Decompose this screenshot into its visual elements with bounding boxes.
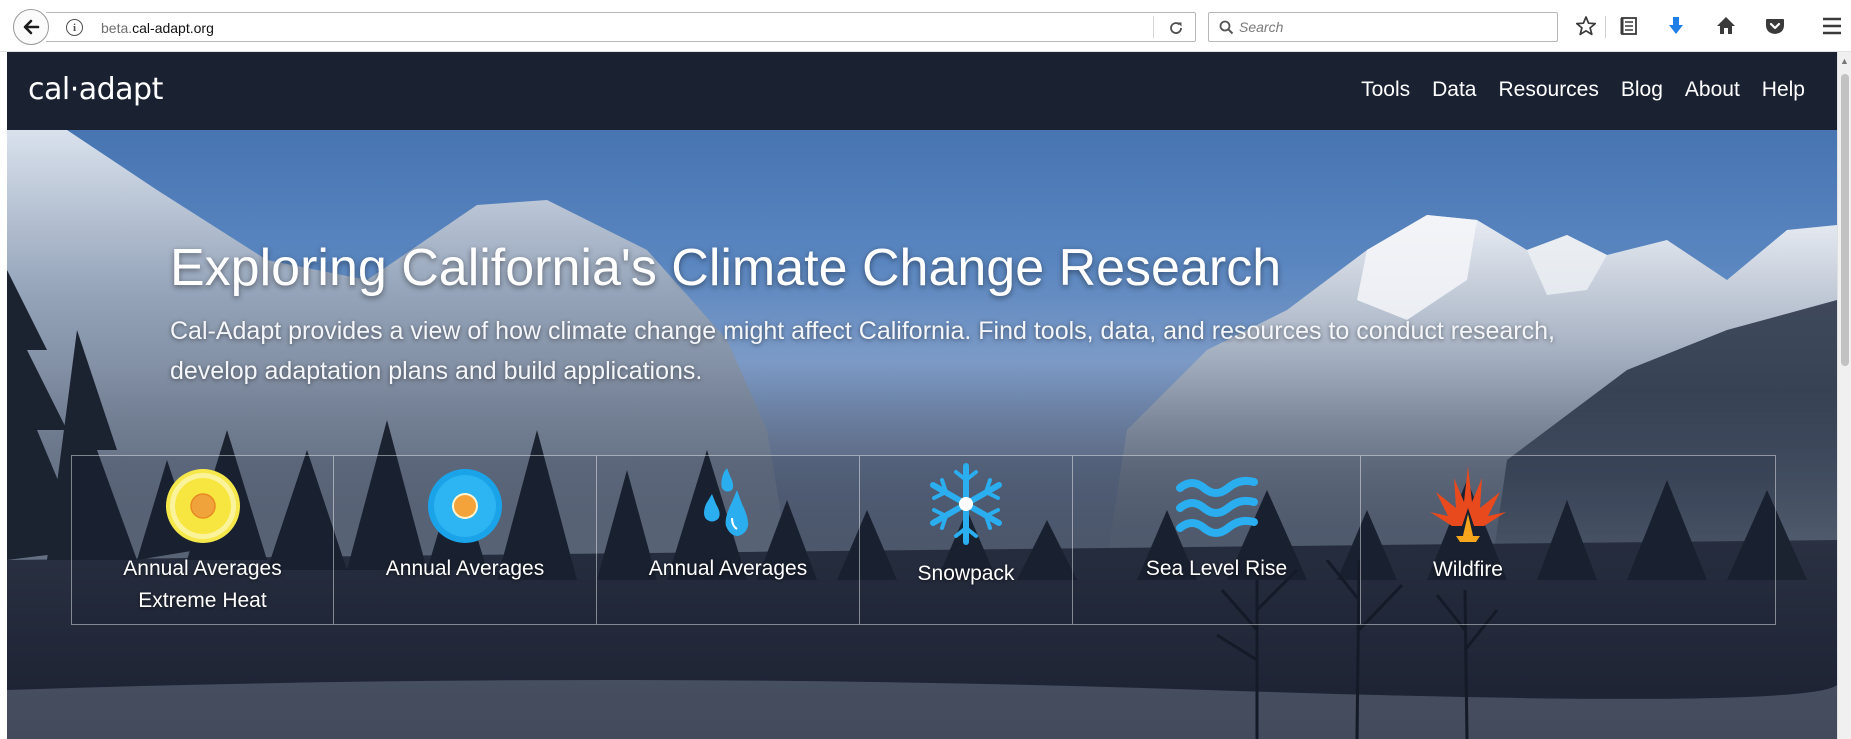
- tile-label-line1: Wildfire: [1432, 558, 1503, 581]
- scrollbar-thumb[interactable]: [1841, 74, 1849, 366]
- nav-link-tools[interactable]: Tools: [1361, 78, 1410, 102]
- browser-toolbar: i beta.cal-adapt.org: [0, 0, 1851, 52]
- back-arrow-icon: [23, 19, 40, 35]
- hero-subtitle: Cal-Adapt provides a view of how climate…: [170, 317, 1555, 385]
- web-page: cal·adapt Tools Data Resources Blog Abou…: [7, 52, 1837, 739]
- bookmark-star-icon[interactable]: [1572, 12, 1600, 40]
- nav-links: Tools Data Resources Blog About Help: [1361, 78, 1805, 102]
- menu-icon[interactable]: [1818, 12, 1846, 40]
- nav-link-help[interactable]: Help: [1762, 78, 1805, 102]
- tile-label-line1: Snowpack: [917, 562, 1015, 585]
- tile-temperature[interactable]: Annual Averages: [334, 456, 597, 624]
- scroll-up-icon[interactable]: ▲: [1840, 56, 1849, 66]
- hero-background-image: [7, 130, 1837, 739]
- hero-title: Exploring California's Climate Change Re…: [170, 239, 1282, 297]
- snowflake-icon: [930, 463, 1002, 545]
- tile-label: Annual Averages: [334, 553, 596, 585]
- url-domain: cal-adapt.org: [132, 20, 214, 36]
- info-icon[interactable]: i: [66, 19, 83, 36]
- nav-link-data[interactable]: Data: [1432, 78, 1476, 102]
- url-text[interactable]: beta.cal-adapt.org: [101, 20, 214, 36]
- nav-link-about[interactable]: About: [1685, 78, 1740, 102]
- home-icon[interactable]: [1712, 12, 1740, 40]
- tile-label-line1: Annual Averages: [385, 557, 545, 580]
- waves-icon: [1175, 476, 1258, 537]
- tile-snowpack[interactable]: Snowpack: [860, 456, 1073, 624]
- tile-label: Annual Averages: [597, 553, 859, 585]
- tile-label-line1: Annual Averages: [123, 557, 282, 580]
- fire-icon: [1430, 466, 1506, 542]
- nav-link-resources[interactable]: Resources: [1498, 78, 1598, 102]
- download-icon[interactable]: [1662, 12, 1690, 40]
- tile-label: Sea Level Rise: [1073, 553, 1360, 585]
- tile-label-line1: Annual Averages: [648, 557, 808, 580]
- reload-icon[interactable]: [1163, 16, 1189, 40]
- reading-list-icon[interactable]: [1615, 12, 1643, 40]
- tool-tiles: Annual Averages Extreme Heat Annual Aver…: [71, 455, 1776, 625]
- tile-label: Wildfire: [1361, 554, 1575, 586]
- tile-wildfire[interactable]: Wildfire: [1361, 456, 1575, 624]
- browser-search-box[interactable]: [1208, 12, 1558, 42]
- tile-label: Annual Averages Extreme Heat: [72, 553, 333, 617]
- tile-label: Snowpack: [860, 558, 1072, 590]
- page-scrollbar[interactable]: ▲: [1837, 52, 1851, 739]
- site-navbar: cal·adapt Tools Data Resources Blog Abou…: [7, 52, 1837, 130]
- tile-extreme-heat[interactable]: Annual Averages Extreme Heat: [72, 456, 334, 624]
- tile-label-line2: Extreme Heat: [138, 589, 267, 612]
- toolbar-separator: [1605, 16, 1606, 38]
- hero-section: Exploring California's Climate Change Re…: [7, 130, 1837, 739]
- nav-link-blog[interactable]: Blog: [1621, 78, 1663, 102]
- back-button[interactable]: [13, 9, 49, 45]
- pocket-icon[interactable]: [1761, 12, 1789, 40]
- address-bar[interactable]: i beta.cal-adapt.org: [46, 12, 1196, 42]
- url-divider: [1153, 16, 1154, 38]
- search-icon: [1219, 20, 1234, 40]
- tile-sea-level-rise[interactable]: Sea Level Rise: [1073, 456, 1361, 624]
- sun-icon: [165, 469, 240, 543]
- temperature-icon: [428, 469, 502, 543]
- site-logo[interactable]: cal·adapt: [28, 72, 163, 107]
- tile-precipitation[interactable]: Annual Averages: [597, 456, 860, 624]
- water-drops-icon: [704, 468, 749, 536]
- search-input[interactable]: [1239, 17, 1539, 37]
- tile-label-line1: Sea Level Rise: [1145, 557, 1288, 580]
- url-subdomain: beta.: [101, 20, 133, 36]
